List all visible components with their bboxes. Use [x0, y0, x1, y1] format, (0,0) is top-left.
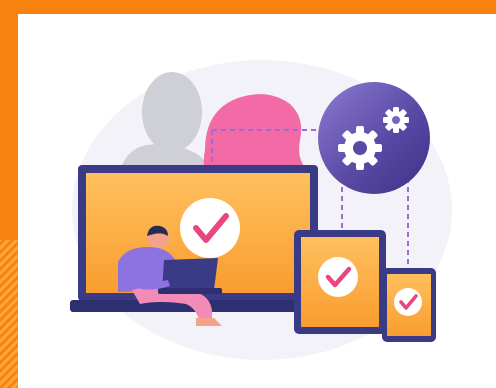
- laptop-base: [158, 288, 222, 294]
- checkmark-icon: [180, 198, 240, 258]
- gear-icon: [318, 82, 430, 194]
- illustration: [0, 0, 496, 388]
- frame-stripes: [0, 240, 18, 388]
- checkmark-icon: [318, 257, 358, 297]
- illustration-canvas: [0, 0, 496, 388]
- laptop: [162, 258, 218, 292]
- checkmark-icon: [394, 288, 422, 316]
